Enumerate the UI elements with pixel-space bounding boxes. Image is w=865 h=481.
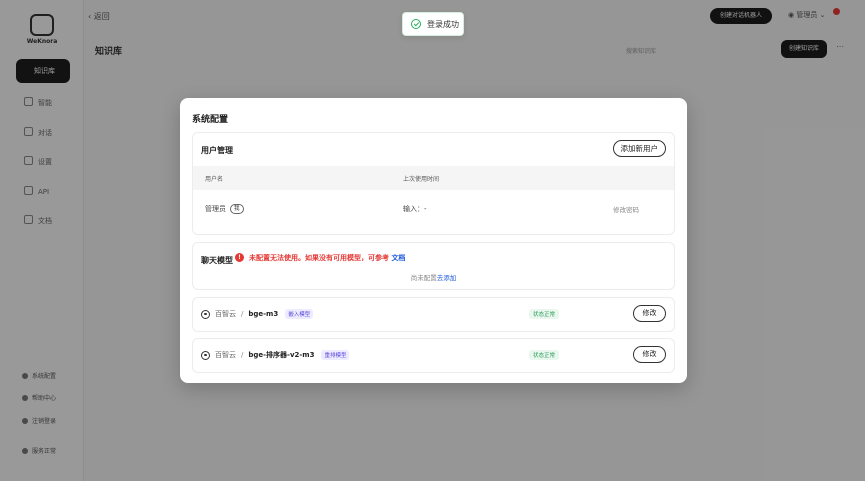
provider-icon	[201, 350, 210, 360]
doc-link[interactable]: 文档	[391, 254, 405, 262]
last-used-cell: 输入：-	[403, 205, 427, 213]
model-type-tag: 重排模型	[321, 350, 350, 360]
chat-model-card: 聊天模型 ! 未配置无法使用。如果没有可用模型，可参考 文档 尚未配置去添加	[192, 242, 675, 290]
self-badge: 我	[230, 204, 244, 214]
model-name: bge-排序器-v2-m3	[248, 351, 315, 359]
provider-name: 百智云	[215, 310, 236, 318]
change-password-link[interactable]: 修改密码	[613, 204, 639, 214]
toast-text: 登录成功	[427, 19, 459, 29]
edit-model-button[interactable]: 修改	[633, 305, 666, 322]
user-table-header: 用户名 上次使用时间	[193, 166, 674, 190]
chat-model-title: 聊天模型	[201, 256, 233, 265]
separator: /	[241, 351, 244, 359]
chat-model-warning: 未配置无法使用。如果没有可用模型，可参考 文档	[249, 253, 405, 263]
check-circle-icon	[411, 19, 421, 29]
chat-model-empty: 尚未配置去添加	[193, 272, 674, 282]
toast-notification: 登录成功	[402, 12, 464, 36]
status-badge: 状态正常	[529, 309, 560, 319]
add-user-button[interactable]: 添加新用户	[612, 140, 666, 157]
model-info: 百智云 / bge-m3 嵌入模型	[201, 309, 314, 319]
user-management-card: 用户管理 添加新用户 用户名 上次使用时间 管理员我 输入：- 修改密码	[192, 132, 675, 235]
modal-title: 系统配置	[192, 115, 229, 125]
model-name: bge-m3	[248, 310, 279, 318]
model-info: 百智云 / bge-排序器-v2-m3 重排模型	[201, 350, 350, 360]
separator: /	[241, 310, 244, 318]
username: 管理员	[205, 205, 226, 213]
edit-model-button[interactable]: 修改	[633, 346, 666, 363]
warning-text: 未配置无法使用。如果没有可用模型，可参考	[249, 254, 389, 262]
table-row: 管理员我 输入：- 修改密码	[193, 195, 674, 223]
model-card-rerank: 百智云 / bge-排序器-v2-m3 重排模型 状态正常 修改	[192, 338, 675, 373]
empty-text: 尚未配置	[410, 274, 437, 282]
warning-icon: !	[235, 253, 244, 262]
model-card-embedding: 百智云 / bge-m3 嵌入模型 状态正常 修改	[192, 297, 675, 332]
user-management-title: 用户管理	[201, 146, 233, 155]
column-username: 用户名	[205, 176, 224, 183]
model-type-tag: 嵌入模型	[285, 309, 314, 319]
provider-name: 百智云	[215, 351, 236, 359]
status-badge: 状态正常	[529, 350, 560, 360]
provider-icon	[201, 309, 210, 319]
add-model-link[interactable]: 去添加	[437, 274, 457, 282]
column-last-used: 上次使用时间	[403, 176, 440, 183]
username-cell: 管理员我	[205, 204, 244, 214]
system-config-modal: 系统配置 用户管理 添加新用户 用户名 上次使用时间 管理员我 输入：- 修改密…	[180, 98, 687, 383]
